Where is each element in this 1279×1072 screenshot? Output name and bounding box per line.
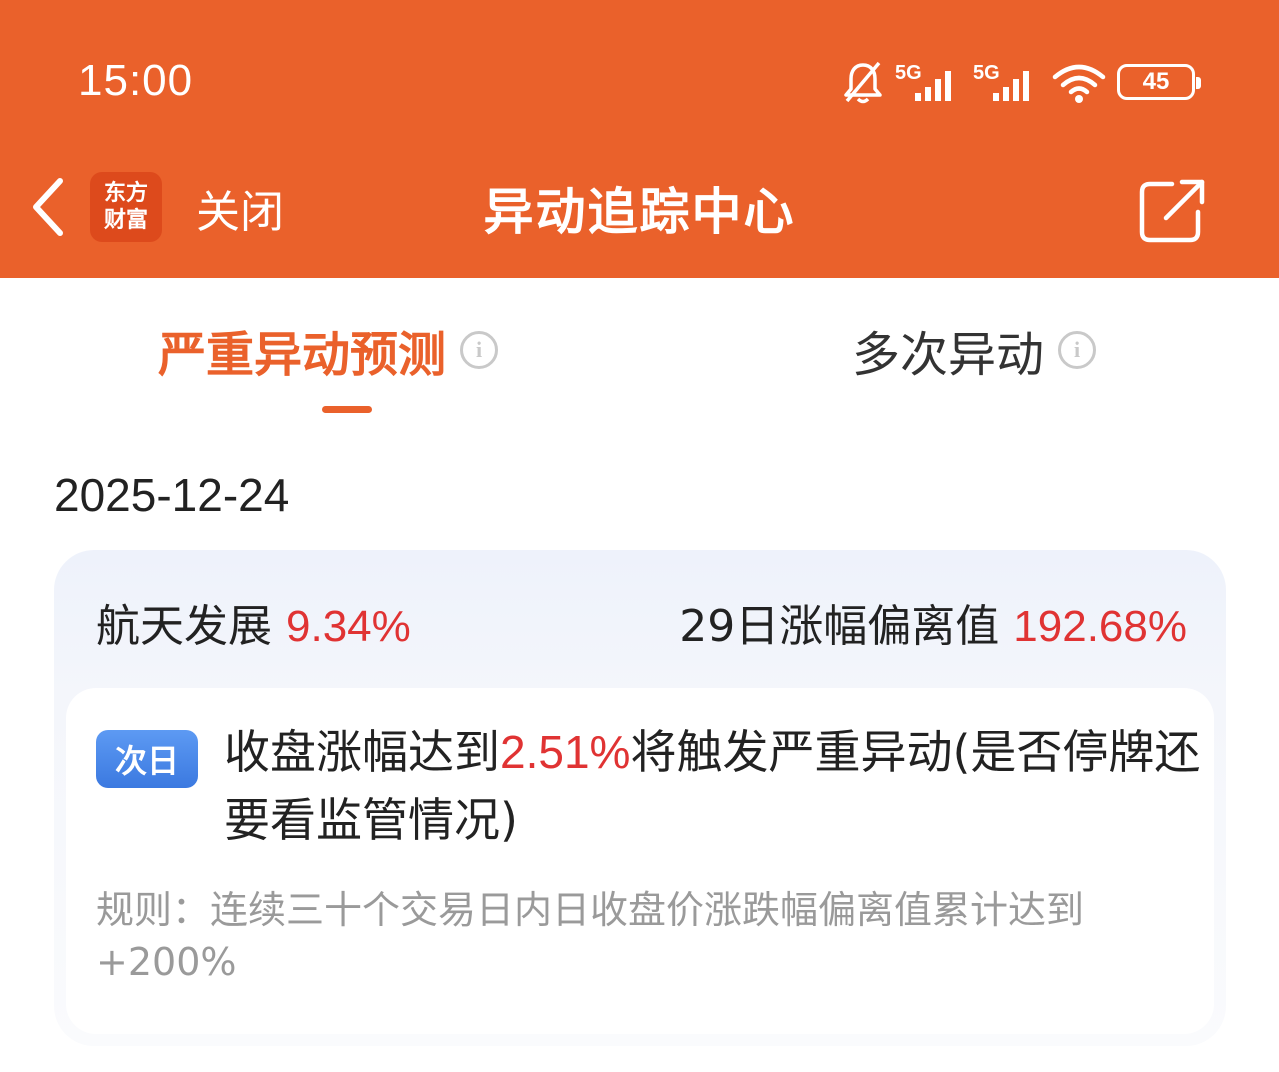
tab-severe-prediction[interactable]: 严重异动预测 i	[158, 315, 499, 385]
rule-text: 规则：连续三十个交易日内日收盘价涨跌幅偏离值累计达到+200%	[96, 888, 1085, 984]
stock-name: 航天发展	[96, 601, 272, 652]
share-button[interactable]	[1138, 178, 1208, 244]
signal-5g-icon: 5G	[895, 62, 951, 101]
alert-value: 2.51%	[500, 726, 631, 778]
deviation-info: 29日涨幅偏离值 192.68%	[679, 590, 1187, 654]
deviation-value: 192.68%	[1013, 602, 1187, 651]
info-icon[interactable]: i	[1058, 331, 1097, 369]
top-header: 15:00 5G 5G 45 东方 财富 关闭 异动追踪中心	[0, 0, 1279, 278]
date-heading: 2025-12-24	[54, 469, 290, 521]
stock-change: 9.34%	[286, 602, 411, 651]
status-time: 15:00	[78, 56, 194, 105]
battery-icon: 45	[1117, 64, 1201, 100]
page-title: 异动追踪中心	[483, 183, 796, 241]
next-day-badge: 次日	[96, 730, 198, 788]
tab-active-indicator	[322, 406, 372, 413]
wifi-icon	[1052, 64, 1106, 103]
network-label: 5G	[973, 62, 1000, 84]
network-label: 5G	[895, 62, 922, 84]
status-icons: 5G 5G 45	[841, 58, 1201, 106]
battery-level: 45	[1142, 68, 1170, 95]
tab-label: 多次异动	[852, 327, 1045, 383]
signal-5g-icon: 5G	[973, 62, 1029, 101]
tab-label: 严重异动预测	[158, 327, 447, 383]
deviation-label: 29日涨幅偏离值	[679, 601, 1000, 652]
alert-prefix: 收盘涨幅达到	[224, 725, 500, 779]
stock-info: 航天发展 9.34%	[96, 590, 411, 654]
bell-muted-icon	[844, 61, 882, 104]
tab-multiple-anomalies[interactable]: 多次异动 i	[852, 315, 1097, 385]
share-icon	[1139, 179, 1205, 243]
alert-text: 收盘涨幅达到2.51%将触发严重异动(是否停牌还要看监管情况)	[224, 718, 1204, 854]
info-icon[interactable]: i	[460, 331, 499, 369]
